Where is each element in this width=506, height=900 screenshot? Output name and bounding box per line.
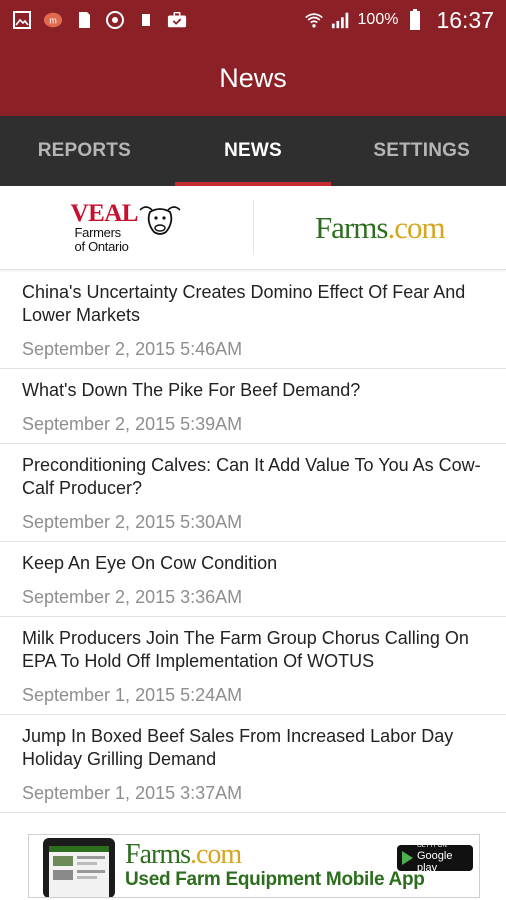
wifi-icon (304, 10, 324, 30)
news-list: China's Uncertainty Creates Domino Effec… (0, 271, 506, 813)
sync-icon (105, 10, 125, 30)
news-title: China's Uncertainty Creates Domino Effec… (22, 282, 466, 325)
sponsor-logos: VEAL Farmers of Ontario Farms.com (0, 186, 506, 270)
phone-image (29, 835, 121, 897)
veal-logo-line2: of Ontario (74, 238, 129, 254)
ad-banner[interactable]: Farms.com Used Farm Equipment Mobile App… (28, 834, 480, 898)
notification-icons: m (12, 10, 187, 30)
page-title: News (219, 62, 287, 93)
messenger-icon: m (43, 10, 63, 30)
news-item[interactable]: Keep An Eye On Cow Condition September 2… (0, 542, 506, 617)
veal-logo-word: VEAL (70, 199, 139, 227)
news-title: Milk Producers Join The Farm Group Choru… (22, 628, 469, 671)
briefcase-check-icon (167, 10, 187, 30)
image-icon (12, 10, 32, 30)
signal-icon (331, 10, 351, 30)
veal-farmers-logo[interactable]: VEAL Farmers of Ontario (0, 186, 253, 269)
ad-tagline: Used Farm Equipment Mobile App (125, 869, 425, 890)
news-item[interactable]: Milk Producers Join The Farm Group Choru… (0, 617, 506, 715)
news-date: September 2, 2015 5:46AM (22, 339, 243, 359)
system-status: 100% 16:37 (304, 7, 494, 34)
news-title: What's Down The Pike For Beef Demand? (22, 380, 361, 400)
badge-small-text: GET IT ON (417, 842, 447, 849)
news-date: September 2, 2015 5:30AM (22, 512, 243, 532)
news-item[interactable]: Jump In Boxed Beef Sales From Increased … (0, 715, 506, 813)
tab-settings[interactable]: SETTINGS (337, 116, 506, 186)
news-item[interactable]: Preconditioning Calves: Can It Add Value… (0, 444, 506, 542)
news-date: September 2, 2015 5:39AM (22, 414, 243, 434)
tab-bar: REPORTS NEWS SETTINGS (0, 116, 506, 186)
veal-logo-line1: Farmers (74, 224, 122, 240)
google-play-badge[interactable]: GET IT ON Google play (397, 842, 473, 874)
news-title: Jump In Boxed Beef Sales From Increased … (22, 726, 454, 769)
news-date: September 2, 2015 3:36AM (22, 587, 243, 607)
ad-brand-suffix: .com (190, 839, 242, 870)
clock: 16:37 (436, 6, 494, 33)
battery-icon (405, 9, 425, 30)
tab-reports[interactable]: REPORTS (0, 116, 169, 186)
farms-com-logo[interactable]: Farms.com (254, 186, 506, 269)
battery-percent: 100% (357, 11, 399, 28)
app-bar: News (0, 40, 506, 116)
status-bar: m 100% 16:37 (0, 0, 506, 40)
ad-brand: Farms (125, 839, 191, 870)
news-title: Keep An Eye On Cow Condition (22, 553, 278, 573)
news-item[interactable]: China's Uncertainty Creates Domino Effec… (0, 271, 506, 369)
news-date: September 1, 2015 3:37AM (22, 783, 243, 803)
news-title: Preconditioning Calves: Can It Add Value… (22, 455, 481, 498)
news-date: September 1, 2015 5:24AM (22, 685, 243, 705)
farms-logo-name: Farms (314, 209, 388, 245)
farms-logo-suffix: .com (387, 209, 445, 245)
tab-news[interactable]: NEWS (169, 116, 338, 186)
sim-icon (74, 10, 94, 30)
news-item[interactable]: What's Down The Pike For Beef Demand? Se… (0, 369, 506, 444)
notification-icon (136, 10, 156, 30)
badge-big-text: Google play (417, 849, 453, 874)
svg-text:m: m (49, 16, 57, 26)
calf-head-icon (138, 202, 182, 243)
google-play-icon (402, 851, 413, 865)
